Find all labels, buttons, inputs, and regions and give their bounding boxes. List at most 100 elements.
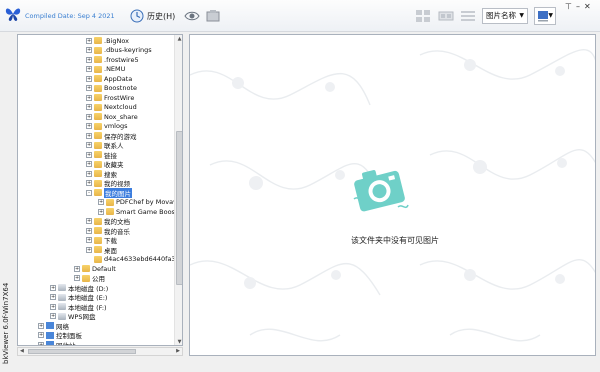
tree-item[interactable]: + 桌面 <box>86 245 117 255</box>
list-icon[interactable] <box>460 9 476 23</box>
tree-item[interactable]: + .BigNox <box>86 36 129 46</box>
tree-item-label: 本地磁盘 (F:) <box>68 303 107 312</box>
expand-icon[interactable]: + <box>74 275 80 282</box>
tree-item-label: .NEMU <box>104 65 126 74</box>
tree-item[interactable]: + FrostWire <box>86 93 134 103</box>
expand-icon[interactable]: + <box>86 66 92 73</box>
tree-item[interactable]: + Nextcloud <box>86 103 137 113</box>
tree-item[interactable]: + Nox_share <box>86 112 138 122</box>
filmstrip-icon[interactable] <box>438 9 454 23</box>
tree-item[interactable]: + 我的音乐 <box>86 226 130 236</box>
history-button[interactable]: 历史(H) <box>130 8 175 24</box>
folder-icon <box>94 94 102 102</box>
drive-icon <box>58 303 66 311</box>
tree-item[interactable]: + vmlogs <box>86 122 127 132</box>
expand-icon[interactable]: + <box>86 37 92 44</box>
tree-item[interactable]: + PDFChef by Movavi <box>98 198 179 208</box>
tree-item[interactable]: + 保存的游戏 <box>86 131 137 141</box>
tree-item-label: 控制面板 <box>56 332 82 341</box>
tree-item-label: vmlogs <box>104 122 128 131</box>
expand-icon[interactable]: + <box>86 113 92 120</box>
folder-icon <box>94 75 102 83</box>
tree-item[interactable]: + 我的视频 <box>86 179 130 188</box>
expand-icon[interactable]: + <box>86 237 92 244</box>
image-view[interactable]: 该文件夹中没有可见图片 <box>189 34 596 356</box>
minimize-icon[interactable]: – <box>576 2 580 11</box>
folder-tree[interactable]: + .BigNox + .dbus-keyrings + .frostwire5 + .NEM… <box>17 34 183 346</box>
tree-item[interactable]: + Smart Game Booster <box>98 207 182 217</box>
expand-icon[interactable]: + <box>86 170 92 177</box>
sort-select[interactable]: 图片名称 ▼ <box>482 8 528 24</box>
expand-icon[interactable]: + <box>50 284 56 291</box>
tree-item-label: 下载 <box>104 237 117 246</box>
tree-item[interactable]: + 联系人 <box>86 141 124 150</box>
scroll-right-icon[interactable]: ▶ <box>176 348 180 355</box>
expand-icon[interactable]: + <box>86 180 92 187</box>
folder-icon <box>94 151 102 159</box>
expand-icon[interactable]: + <box>86 227 92 234</box>
expand-icon[interactable]: + <box>38 332 44 339</box>
tree-item[interactable]: + .frostwire5 <box>86 55 139 65</box>
scroll-thumb[interactable] <box>176 131 182 285</box>
tree-item[interactable]: + Boostnote <box>86 84 137 94</box>
expand-icon[interactable]: + <box>86 123 92 130</box>
film-icon[interactable] <box>206 9 220 23</box>
eye-icon[interactable] <box>184 9 200 23</box>
tree-item[interactable]: + .NEMU <box>86 65 125 75</box>
tree-item[interactable]: + WPS网盘 <box>50 312 95 321</box>
tree-item[interactable]: + 收藏夹 <box>86 160 124 169</box>
tree-item[interactable]: d4ac4633ebd6440fa35 <box>86 255 180 265</box>
butterfly-icon[interactable] <box>4 6 22 22</box>
tree-item[interactable]: - 我的图片 <box>86 187 132 198</box>
close-icon[interactable]: ✕ <box>584 2 591 11</box>
expand-icon[interactable]: + <box>50 303 56 310</box>
expand-icon[interactable]: + <box>86 151 92 158</box>
folder-icon <box>94 217 102 225</box>
folder-icon <box>94 141 102 149</box>
view-mode-button[interactable]: ▼ <box>534 7 556 25</box>
tree-item-label: Nextcloud <box>104 103 137 112</box>
tree-item[interactable]: + 我的文档 <box>86 217 130 226</box>
expand-icon[interactable]: + <box>86 161 92 168</box>
expand-icon[interactable]: + <box>50 313 56 320</box>
expand-icon[interactable]: + <box>86 94 92 101</box>
tree-item[interactable]: + 本地磁盘 (D:) <box>50 283 108 293</box>
tree-item[interactable]: + 控制面板 <box>38 331 82 341</box>
expand-icon[interactable]: + <box>98 208 104 215</box>
scroll-up-icon[interactable]: ▲ <box>175 35 182 44</box>
expand-icon[interactable]: + <box>86 246 92 253</box>
tree-item[interactable]: + 公用 <box>74 274 105 283</box>
tree-item[interactable]: + .dbus-keyrings <box>86 46 152 56</box>
expand-icon[interactable]: + <box>86 56 92 63</box>
scroll-thumb[interactable] <box>28 349 136 354</box>
tree-item[interactable]: + 网络 <box>38 321 69 331</box>
expand-icon[interactable]: + <box>86 47 92 54</box>
pin-icon[interactable]: ⊤ <box>565 2 572 11</box>
expand-icon[interactable]: + <box>38 341 44 345</box>
expand-icon[interactable]: + <box>74 265 80 272</box>
tree-item[interactable]: + 本地磁盘 (E:) <box>50 293 107 302</box>
tree-item[interactable]: + 下载 <box>86 236 117 246</box>
tree-horizontal-scrollbar[interactable]: ◀ ▶ <box>17 347 183 356</box>
scroll-left-icon[interactable]: ◀ <box>20 348 24 355</box>
tree-item[interactable]: + 链接 <box>86 150 117 160</box>
expand-icon[interactable]: + <box>86 142 92 149</box>
expand-icon[interactable]: + <box>38 322 44 329</box>
tree-item[interactable]: + Default <box>74 264 116 274</box>
expand-icon[interactable]: + <box>86 218 92 225</box>
scroll-down-icon[interactable]: ▼ <box>175 338 182 345</box>
tree-item[interactable]: + 本地磁盘 (F:) <box>50 302 107 312</box>
expand-icon[interactable]: + <box>98 199 104 206</box>
grid-icon[interactable] <box>415 9 431 23</box>
expand-icon[interactable]: + <box>86 104 92 111</box>
tree-vertical-scrollbar[interactable]: ▲ ▼ <box>174 35 182 345</box>
chevron-down-icon: ▼ <box>519 12 524 19</box>
expand-icon[interactable]: + <box>86 132 92 139</box>
expand-icon[interactable]: + <box>50 294 56 301</box>
tree-item[interactable]: + 搜索 <box>86 169 117 179</box>
tree-item[interactable]: + 回收站 <box>38 340 76 345</box>
collapse-icon[interactable]: - <box>86 189 92 196</box>
expand-icon[interactable]: + <box>86 75 92 82</box>
expand-icon[interactable]: + <box>86 85 92 92</box>
tree-item[interactable]: + AppData <box>86 74 132 84</box>
